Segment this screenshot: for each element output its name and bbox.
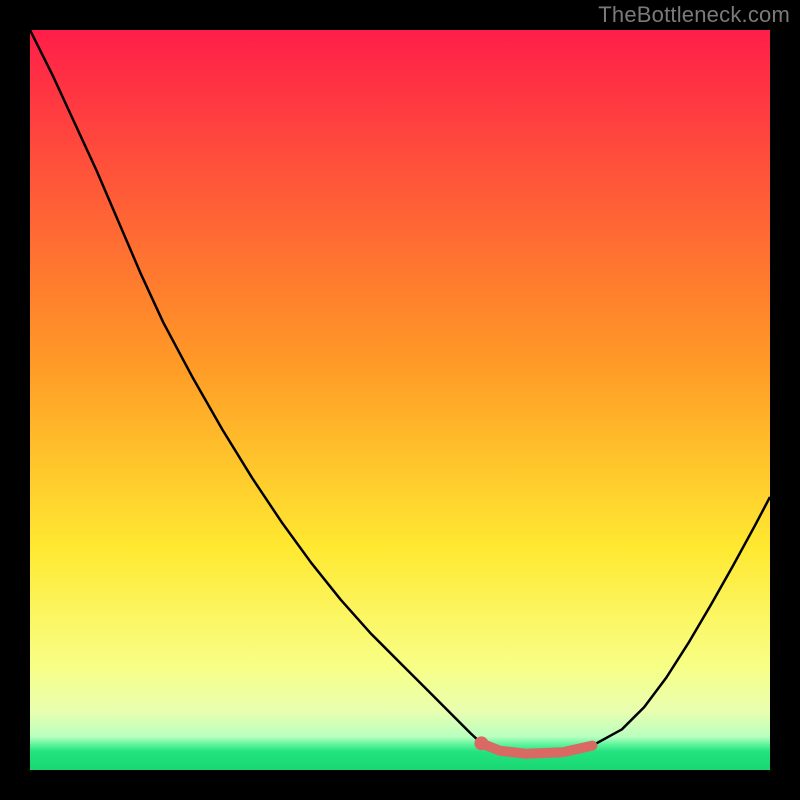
- watermark-text: TheBottleneck.com: [598, 2, 790, 28]
- optimal-range-marker: [481, 743, 592, 753]
- optimal-start-dot: [474, 736, 488, 750]
- chart-frame: TheBottleneck.com: [0, 0, 800, 800]
- curve-layer: [30, 30, 770, 770]
- plot-area: [30, 30, 770, 770]
- bottleneck-curve: [30, 30, 770, 754]
